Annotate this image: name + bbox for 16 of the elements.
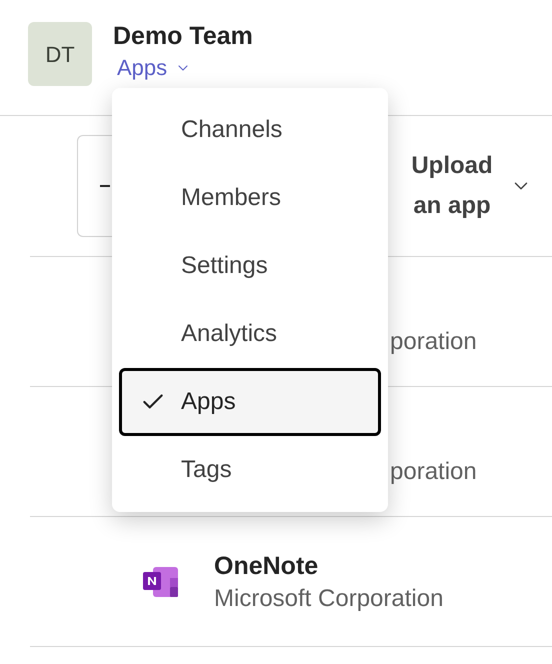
upload-button[interactable]: Upload an app <box>397 146 507 226</box>
section-dropdown[interactable]: Apps <box>113 53 253 83</box>
app-publisher: poration <box>390 326 477 356</box>
team-name: Demo Team <box>113 21 253 52</box>
menu-item[interactable]: Channels <box>119 96 381 164</box>
notebook-icon <box>143 566 179 598</box>
menu-item[interactable]: Analytics <box>119 300 381 368</box>
menu-item[interactable]: Members <box>119 164 381 232</box>
app-publisher: poration <box>390 456 477 486</box>
minus-icon <box>100 185 110 187</box>
app-name: OneNote <box>214 550 320 582</box>
team-avatar: DT <box>28 22 92 86</box>
menu-item[interactable]: Apps <box>119 368 381 436</box>
app-publisher: Microsoft Corporation <box>214 584 444 614</box>
menu-item[interactable]: Settings <box>119 232 381 300</box>
menu-item[interactable]: Tags <box>119 436 381 504</box>
